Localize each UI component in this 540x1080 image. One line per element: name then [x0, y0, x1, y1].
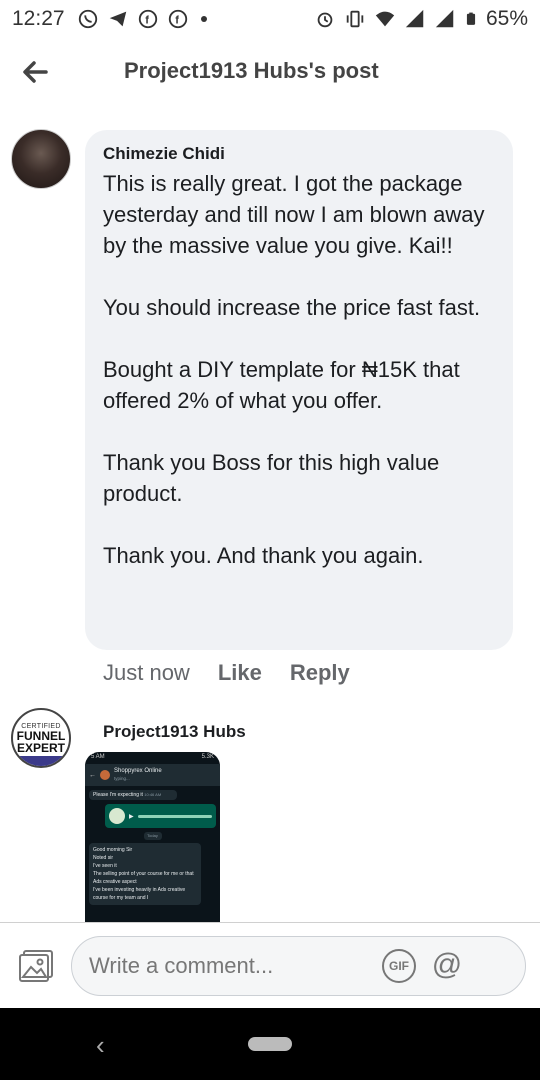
image-date-chip: Today — [143, 832, 162, 840]
nav-home-pill[interactable] — [248, 1037, 292, 1051]
comment-bubble: Chimezie Chidi This is really great. I g… — [85, 130, 513, 650]
avatar-logo-text: EXPERT — [16, 740, 65, 755]
image-status-time: 5 AM — [91, 754, 105, 760]
image-line: Good morning Sir — [93, 847, 133, 853]
comment-timestamp: Just now — [103, 660, 190, 685]
image-message-text: Please I'm expecting it — [93, 792, 143, 798]
image-line: I've been investing heavily in Ads creat… — [93, 887, 186, 901]
image-message-block: Good morning Sir Noted sir I've seen it … — [89, 843, 201, 905]
image-chat-header: ← Shoppyrex Online typing... — [85, 764, 220, 786]
avatar[interactable] — [11, 129, 71, 189]
image-line: The selling point of your course for me … — [93, 871, 194, 885]
vibrate-icon — [346, 10, 364, 28]
image-chat-status: typing... — [114, 776, 130, 781]
mention-button[interactable]: @ — [430, 948, 464, 982]
signal-icon — [435, 9, 454, 28]
avatar-ring — [13, 756, 69, 766]
image-status-bar: 5 AM 5.3K — [85, 752, 220, 764]
nav-back-icon[interactable]: ‹ — [96, 1030, 105, 1061]
facebook-icon: f — [138, 9, 157, 29]
system-nav-bar: ‹ — [0, 1008, 540, 1080]
wifi-icon — [375, 11, 395, 27]
battery-percentage: 65% — [485, 7, 528, 30]
image-voice-note: ▶ — [105, 804, 216, 828]
image-chat-name: Shoppyrex Online typing... — [114, 768, 162, 782]
comment-text: This is really great. I got the package … — [103, 168, 495, 571]
dot-icon — [200, 16, 207, 22]
back-arrow-icon[interactable] — [18, 54, 54, 90]
signal-icon — [405, 9, 424, 28]
image-chat-avatar — [100, 770, 110, 780]
page-title: Project1913 Hubs's post — [124, 58, 379, 83]
image-line: I've seen it — [93, 863, 117, 869]
image-voice-avatar — [109, 808, 125, 824]
avatar[interactable]: CERTIFIED FUNNEL EXPERT — [11, 708, 71, 768]
notification-icons: f f — [77, 8, 207, 30]
comment-paragraph: This is really great. I got the package … — [103, 171, 485, 258]
comment-paragraph: Bought a DIY template for ₦15K that offe… — [103, 357, 460, 413]
photo-icon[interactable] — [18, 949, 54, 983]
facebook-icon: f — [168, 9, 187, 29]
telegram-icon — [109, 11, 126, 27]
image-line: Noted sir — [93, 855, 114, 861]
comment-paragraph: Thank you. And thank you again. — [103, 543, 424, 568]
image-status-right: 5.3K — [201, 754, 214, 760]
comment-paragraph: You should increase the price fast fast. — [103, 295, 481, 320]
like-button[interactable]: Like — [218, 660, 262, 686]
image-message: Please I'm expecting it 10:46 AM — [89, 790, 177, 800]
svg-text:f: f — [145, 15, 149, 27]
image-back-icon: ← — [89, 771, 96, 779]
reply-button[interactable]: Reply — [290, 660, 350, 686]
image-message-time: 10:46 AM — [144, 792, 162, 797]
comment-paragraph: Thank you Boss for this high value produ… — [103, 450, 440, 506]
alarm-icon — [317, 12, 333, 28]
svg-text:f: f — [175, 15, 179, 27]
post-header: Project1913 Hubs's post — [0, 38, 540, 108]
comment-placeholder: Write a comment... — [89, 953, 274, 978]
system-icons: 65% — [314, 7, 528, 31]
gif-button[interactable]: GIF — [382, 949, 416, 983]
avatar-logo-text: FUNNEL — [16, 728, 66, 743]
battery-icon — [466, 12, 476, 25]
image-waveform — [137, 814, 212, 818]
status-bar: 12:27 f f 65% — [0, 0, 540, 38]
attached-image[interactable]: 5 AM 5.3K ← Shoppyrex Online typing... P… — [85, 752, 220, 924]
comment-author[interactable]: Project1913 Hubs — [103, 722, 246, 742]
image-play-icon: ▶ — [129, 813, 134, 820]
whatsapp-icon — [78, 9, 97, 29]
comment-author[interactable]: Chimezie Chidi — [103, 144, 495, 164]
comment-meta: Just now Like Reply — [103, 660, 350, 686]
status-time: 12:27 — [12, 7, 65, 30]
image-chat-title: Shoppyrex Online — [114, 768, 162, 774]
